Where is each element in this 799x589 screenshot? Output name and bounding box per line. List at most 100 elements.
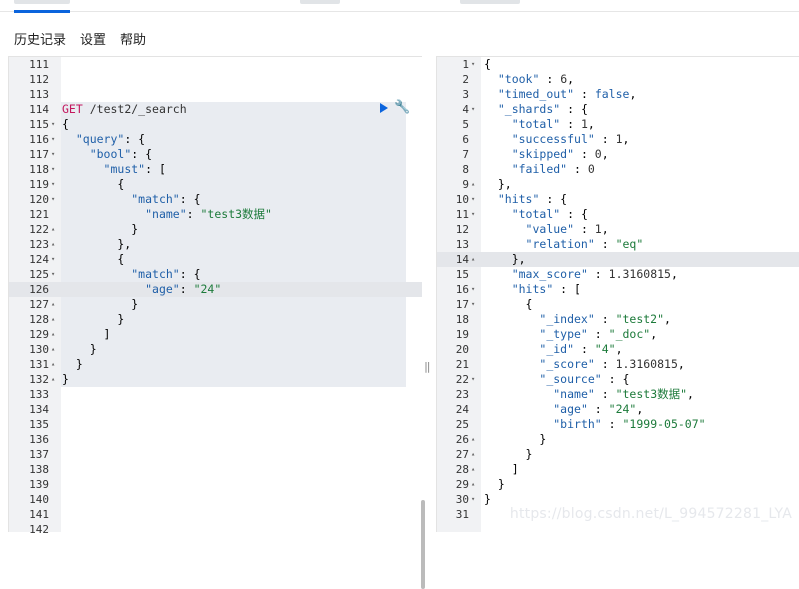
fold-open-icon[interactable]: ▾ [471, 372, 475, 387]
code-line[interactable]: 124 ▾ { [9, 252, 422, 267]
code-line[interactable]: 22 ▾ "_source" : { [437, 372, 799, 387]
code-line[interactable]: 130 ▴ } [9, 342, 422, 357]
code-line[interactable]: 127 ▴ } [9, 297, 422, 312]
code-line[interactable]: 18 "_index" : "test2", [437, 312, 799, 327]
code-line[interactable]: 6 "successful" : 1, [437, 132, 799, 147]
fold-open-icon[interactable]: ▾ [471, 192, 475, 207]
fold-close-icon[interactable]: ▴ [471, 432, 475, 447]
code-line[interactable]: 14 ▴ }, [437, 252, 799, 267]
fold-open-icon[interactable]: ▾ [51, 117, 55, 132]
code-line[interactable]: 13 "relation" : "eq" [437, 237, 799, 252]
fold-close-icon[interactable]: ▴ [471, 447, 475, 462]
code-line[interactable]: 135 [9, 417, 422, 432]
code-line[interactable]: 9 ▴ }, [437, 177, 799, 192]
code-line[interactable]: 1 ▾ { [437, 57, 799, 72]
fold-open-icon[interactable]: ▾ [471, 207, 475, 222]
fold-open-icon[interactable]: ▾ [51, 252, 55, 267]
pane-splitter[interactable]: ‖ [424, 360, 432, 376]
code-line[interactable]: 125 ▾ "match": { [9, 267, 422, 282]
fold-close-icon[interactable]: ▴ [51, 297, 55, 312]
fold-close-icon[interactable]: ▴ [51, 372, 55, 387]
code-line[interactable]: 28 ▴ ] [437, 462, 799, 477]
code-line[interactable]: 25 "birth" : "1999-05-07" [437, 417, 799, 432]
fold-open-icon[interactable]: ▾ [471, 102, 475, 117]
tab-fragment[interactable] [300, 0, 340, 4]
fold-open-icon[interactable]: ▾ [51, 132, 55, 147]
code-line[interactable]: 3 "timed_out" : false, [437, 87, 799, 102]
tab-fragment[interactable] [460, 0, 520, 4]
code-line[interactable]: 112 [9, 72, 422, 87]
fold-open-icon[interactable]: ▾ [51, 192, 55, 207]
code-line[interactable]: 119 ▾ { [9, 177, 422, 192]
editor-scrollbar[interactable] [421, 500, 425, 589]
code-line[interactable]: 128 ▴ } [9, 312, 422, 327]
code-line[interactable]: 136 [9, 432, 422, 447]
code-line[interactable]: 30 ▾} [437, 492, 799, 507]
fold-close-icon[interactable]: ▴ [51, 237, 55, 252]
fold-close-icon[interactable]: ▴ [51, 357, 55, 372]
fold-close-icon[interactable]: ▴ [51, 222, 55, 237]
code-line[interactable]: 117 ▾ "bool": { [9, 147, 422, 162]
fold-close-icon[interactable]: ▴ [51, 327, 55, 342]
request-editor[interactable]: 111 112 113 114 GET /test2/_search 115 ▾{116 ▾ … [8, 56, 425, 589]
code-line[interactable]: 133 [9, 387, 422, 402]
code-line[interactable]: 114 GET /test2/_search [9, 102, 422, 117]
code-line[interactable]: 129 ▴ ] [9, 327, 422, 342]
code-line[interactable]: 21 "_score" : 1.3160815, [437, 357, 799, 372]
code-line[interactable]: 132 ▴} [9, 372, 422, 387]
code-line[interactable]: 116 ▾ "query": { [9, 132, 422, 147]
code-line[interactable]: 27 ▴ } [437, 447, 799, 462]
code-line[interactable]: 26 ▴ } [437, 432, 799, 447]
code-line[interactable]: 121 "name": "test3数据" [9, 207, 422, 222]
code-line[interactable]: 120 ▾ "match": { [9, 192, 422, 207]
fold-open-icon[interactable]: ▾ [471, 57, 475, 72]
code-line[interactable]: 7 "skipped" : 0, [437, 147, 799, 162]
fold-open-icon[interactable]: ▾ [51, 177, 55, 192]
code-line[interactable]: 2 "took" : 6, [437, 72, 799, 87]
tab-fragment[interactable] [14, 0, 70, 4]
fold-close-icon[interactable]: ▴ [471, 477, 475, 492]
code-line[interactable]: 134 [9, 402, 422, 417]
code-line[interactable]: 19 "_type" : "_doc", [437, 327, 799, 342]
code-line[interactable]: 5 "total" : 1, [437, 117, 799, 132]
fold-open-icon[interactable]: ▾ [51, 147, 55, 162]
fold-close-icon[interactable]: ▴ [471, 177, 475, 192]
menu-settings[interactable]: 设置 [80, 29, 106, 48]
code-line[interactable]: 111 [9, 57, 422, 72]
menu-help[interactable]: 帮助 [120, 29, 146, 48]
code-line[interactable]: 138 [9, 462, 422, 477]
fold-close-icon[interactable]: ▴ [471, 462, 475, 477]
code-line[interactable]: 131 ▴ } [9, 357, 422, 372]
code-line[interactable]: 141 [9, 507, 422, 522]
code-line[interactable]: 118 ▾ "must": [ [9, 162, 422, 177]
code-line[interactable]: 24 "age" : "24", [437, 402, 799, 417]
code-line[interactable]: 23 "name" : "test3数据", [437, 387, 799, 402]
fold-close-icon[interactable]: ▴ [471, 252, 475, 267]
code-line[interactable]: 11 ▾ "total" : { [437, 207, 799, 222]
fold-close-icon[interactable]: ▴ [51, 342, 55, 357]
code-line[interactable]: 113 [9, 87, 422, 102]
code-line[interactable]: 4 ▾ "_shards" : { [437, 102, 799, 117]
code-line[interactable]: 16 ▾ "hits" : [ [437, 282, 799, 297]
code-line[interactable]: 139 [9, 477, 422, 492]
code-line[interactable]: 20 "_id" : "4", [437, 342, 799, 357]
code-line[interactable]: 29 ▴ } [437, 477, 799, 492]
fold-open-icon[interactable]: ▾ [471, 492, 475, 507]
code-line[interactable]: 115 ▾ { [9, 117, 422, 132]
fold-open-icon[interactable]: ▾ [471, 282, 475, 297]
code-line[interactable]: 140 [9, 492, 422, 507]
menu-history[interactable]: 历史记录 [14, 29, 66, 48]
response-viewer[interactable]: 1 ▾{2 "took" : 6, 3 "timed_out" : false, 4 ▾… [436, 56, 799, 532]
code-line[interactable]: 15 "max_score" : 1.3160815, [437, 267, 799, 282]
fold-close-icon[interactable]: ▴ [51, 312, 55, 327]
fold-open-icon[interactable]: ▾ [51, 162, 55, 177]
fold-open-icon[interactable]: ▾ [471, 297, 475, 312]
code-line[interactable]: 17 ▾ { [437, 297, 799, 312]
code-line[interactable]: 12 "value" : 1, [437, 222, 799, 237]
code-line[interactable]: 137 [9, 447, 422, 462]
request-code-lines[interactable]: 111 112 113 114 GET /test2/_search 115 ▾{116 ▾ … [9, 57, 422, 537]
code-line[interactable]: 10 ▾ "hits" : { [437, 192, 799, 207]
code-line[interactable]: 123 ▴ }, [9, 237, 422, 252]
code-line[interactable]: 122 ▴ } [9, 222, 422, 237]
wrench-icon[interactable]: 🔧 [394, 101, 410, 114]
